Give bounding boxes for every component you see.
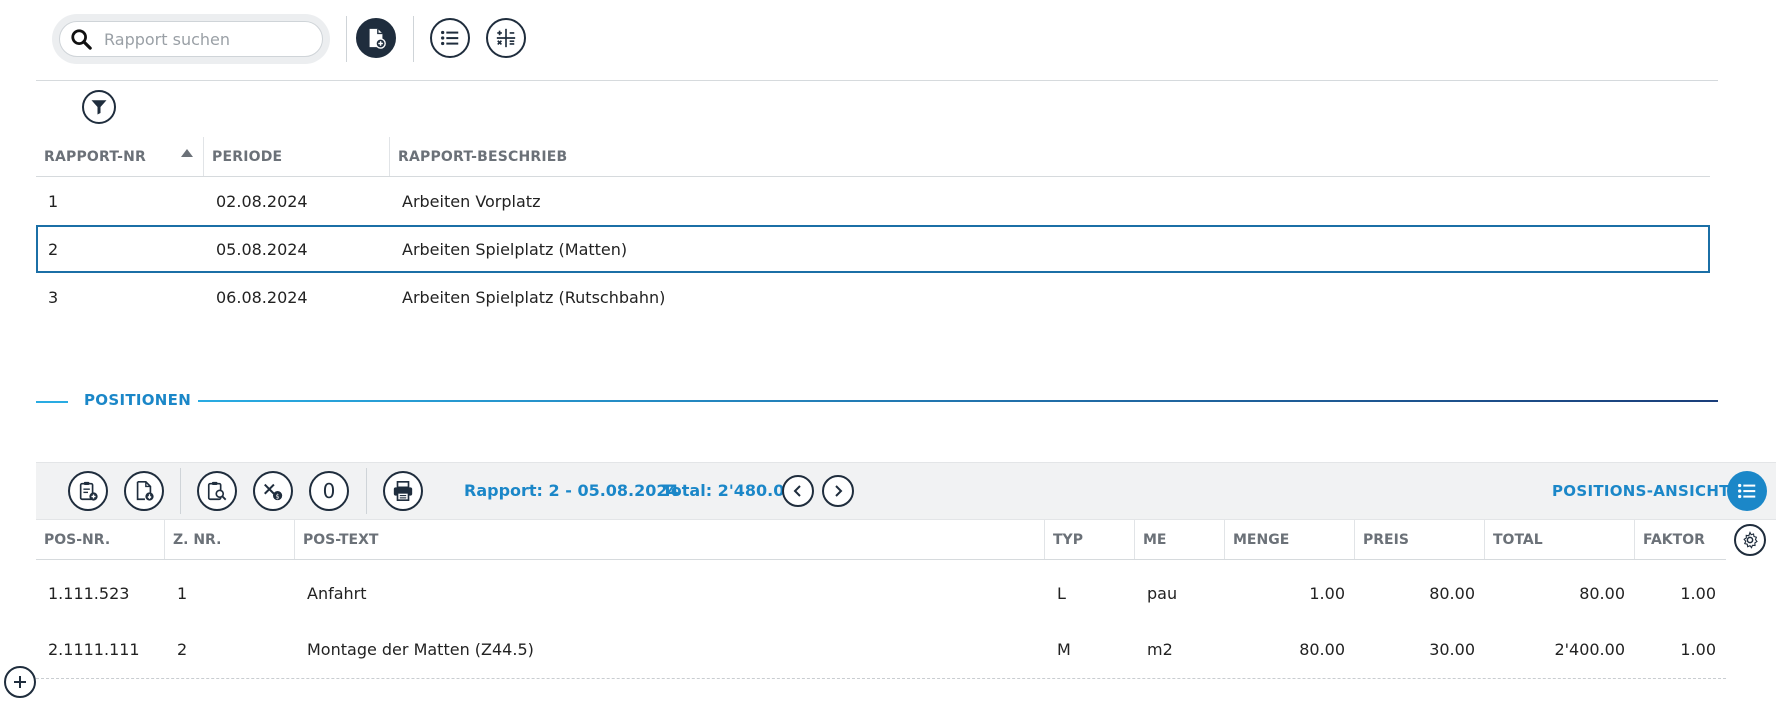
position-faktor: 1.00 [1680, 639, 1716, 659]
list-icon [1738, 483, 1756, 499]
zero-button[interactable]: 0 [309, 471, 349, 511]
position-text: Anfahrt [307, 583, 367, 603]
search-input[interactable] [102, 28, 302, 50]
section-line-left [36, 401, 68, 403]
sort-ascending-icon [181, 149, 193, 157]
toolbar-divider [180, 468, 181, 514]
clear-price-button[interactable]: $ [253, 471, 293, 511]
svg-text:$: $ [276, 492, 280, 500]
search-container [52, 14, 330, 64]
report-row[interactable]: 1 02.08.2024 Arbeiten Vorplatz [36, 178, 1710, 224]
column-header-label: PERIODE [212, 148, 283, 165]
report-periode: 05.08.2024 [216, 239, 308, 259]
column-header-total[interactable]: TOTAL [1485, 520, 1635, 559]
column-header-periode[interactable]: PERIODE [204, 137, 390, 176]
positions-toolbar [36, 462, 1776, 520]
position-typ: L [1057, 583, 1066, 603]
position-row[interactable]: 1.111.523 1 Anfahrt L pau 1.00 80.00 80.… [36, 570, 1726, 616]
position-preis: 30.00 [1429, 639, 1475, 659]
position-faktor: 1.00 [1680, 583, 1716, 603]
search-box[interactable] [59, 21, 323, 57]
document-download-icon [136, 481, 154, 501]
column-header-menge[interactable]: MENGE [1225, 520, 1355, 559]
column-header-me[interactable]: ME [1135, 520, 1225, 559]
section-line-right [198, 400, 1718, 402]
report-nr: 1 [48, 191, 59, 211]
filter-icon [91, 100, 107, 115]
chevron-left-icon [793, 485, 801, 497]
position-preis: 80.00 [1429, 583, 1475, 603]
list-icon [441, 30, 459, 46]
new-report-button[interactable] [356, 18, 396, 58]
column-header-pos-text[interactable]: POS-TEXT [295, 520, 1045, 559]
toolbar-divider [413, 16, 414, 62]
download-document-button[interactable] [124, 471, 164, 511]
positions-view-toggle[interactable] [1727, 471, 1767, 511]
column-header-pos-nr[interactable]: POS-NR. [36, 520, 165, 559]
print-button[interactable] [383, 471, 423, 511]
printer-icon [393, 481, 413, 501]
position-me: pau [1147, 583, 1178, 603]
report-periode: 02.08.2024 [216, 191, 308, 211]
chevron-right-icon [835, 485, 843, 497]
close-coin-icon: $ [264, 483, 283, 500]
column-header-rapport-nr[interactable]: RAPPORT-NR [36, 137, 204, 176]
preview-position-button[interactable] [197, 471, 237, 511]
section-title-positionen: POSITIONEN [84, 391, 192, 409]
plus-icon [14, 676, 26, 688]
list-view-button[interactable] [430, 18, 470, 58]
positions-view-label[interactable]: POSITIONS-ANSICHT [1552, 482, 1730, 500]
report-nr: 2 [48, 239, 59, 259]
report-row[interactable]: 3 06.08.2024 Arbeiten Spielplatz (Rutsch… [36, 274, 1710, 320]
column-header-rapport-beschrieb[interactable]: RAPPORT-BESCHRIEB [390, 137, 1710, 176]
report-beschrieb: Arbeiten Vorplatz [402, 191, 541, 211]
report-row-selected[interactable]: 2 05.08.2024 Arbeiten Spielplatz (Matten… [36, 225, 1710, 273]
previous-report-button[interactable] [782, 475, 814, 507]
filter-button[interactable] [82, 90, 116, 124]
column-header-preis[interactable]: PREIS [1355, 520, 1485, 559]
position-text: Montage der Matten (Z44.5) [307, 639, 534, 659]
next-report-button[interactable] [822, 475, 854, 507]
position-z-nr: 2 [177, 639, 188, 659]
column-header-faktor[interactable]: FAKTOR [1635, 520, 1726, 559]
toolbar-divider [366, 468, 367, 514]
column-header-z-nr[interactable]: Z. NR. [165, 520, 295, 559]
position-row[interactable]: 2.1111.111 2 Montage der Matten (Z44.5) … [36, 626, 1726, 672]
position-typ: M [1057, 639, 1071, 659]
column-header-label: RAPPORT-BESCHRIEB [398, 148, 568, 165]
calculator-button[interactable] [486, 18, 526, 58]
position-pos-nr: 1.111.523 [48, 583, 130, 603]
toolbar-divider [346, 16, 347, 62]
position-menge: 1.00 [1309, 583, 1345, 603]
report-table-header: RAPPORT-NR PERIODE RAPPORT-BESCHRIEB [36, 137, 1710, 177]
add-position-button[interactable] [68, 471, 108, 511]
report-periode: 06.08.2024 [216, 287, 308, 307]
position-total: 80.00 [1579, 583, 1625, 603]
calculator-icon [496, 28, 516, 48]
position-total: 2'400.00 [1554, 639, 1625, 659]
new-row-divider [36, 678, 1726, 679]
zero-label: 0 [322, 479, 336, 503]
gear-icon [1743, 531, 1758, 549]
position-menge: 80.00 [1299, 639, 1345, 659]
position-me: m2 [1147, 639, 1173, 659]
report-nr: 3 [48, 287, 59, 307]
report-beschrieb: Arbeiten Spielplatz (Matten) [402, 239, 628, 259]
total-info: Total: 2'480.00 [662, 481, 796, 500]
toolbar-divider-line [36, 80, 1718, 81]
column-header-typ[interactable]: TYP [1045, 520, 1135, 559]
add-row-button[interactable] [4, 666, 36, 698]
search-icon [71, 29, 92, 50]
column-settings-button[interactable] [1734, 524, 1766, 556]
report-beschrieb: Arbeiten Spielplatz (Rutschbahn) [402, 287, 666, 307]
position-pos-nr: 2.1111.111 [48, 639, 140, 659]
clipboard-add-icon [79, 481, 98, 501]
positions-table-header: POS-NR. Z. NR. POS-TEXT TYP ME MENGE PRE… [36, 520, 1726, 560]
column-header-label: RAPPORT-NR [44, 148, 146, 165]
rapport-info: Rapport: 2 - 05.08.2024 [464, 481, 679, 500]
clipboard-search-icon [207, 481, 227, 501]
new-document-icon [369, 28, 386, 49]
position-z-nr: 1 [177, 583, 188, 603]
